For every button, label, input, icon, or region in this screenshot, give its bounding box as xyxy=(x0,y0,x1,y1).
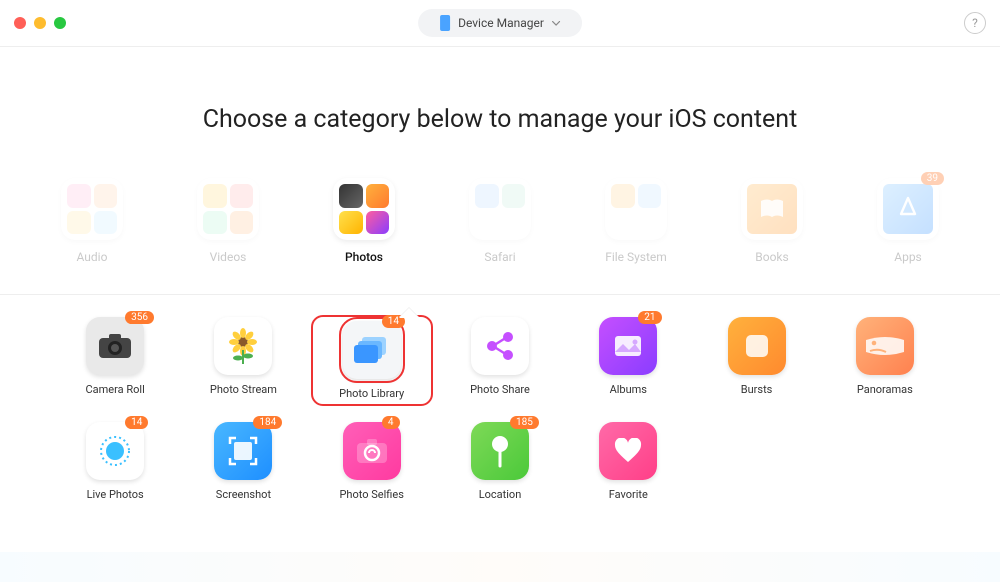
help-button[interactable]: ? xyxy=(964,12,986,34)
sub-item-label: Location xyxy=(479,488,522,501)
category-row: Audio Videos Photos Safari File System B… xyxy=(0,178,1000,264)
sub-item-label: Camera Roll xyxy=(86,383,145,396)
category-label: Safari xyxy=(484,250,515,264)
sub-item-photo-share[interactable]: Photo Share xyxy=(441,317,559,404)
camera-icon xyxy=(86,317,144,375)
category-audio[interactable]: Audio xyxy=(54,178,130,264)
count-badge: 356 xyxy=(125,311,154,324)
count-badge: 21 xyxy=(638,311,661,324)
sub-item-favorite[interactable]: Favorite xyxy=(569,422,687,501)
sub-item-label: Screenshot xyxy=(216,488,271,501)
category-apps[interactable]: 39 Apps xyxy=(870,178,946,264)
sub-item-live-photos[interactable]: 14 Live Photos xyxy=(56,422,174,501)
book-icon xyxy=(759,197,785,221)
sub-item-label: Live Photos xyxy=(87,488,144,501)
live-photo-icon xyxy=(86,422,144,480)
sub-item-label: Photo Library xyxy=(339,387,404,400)
category-label: Books xyxy=(755,250,788,264)
photo-stack-icon xyxy=(343,321,401,379)
sub-item-panoramas[interactable]: Panoramas xyxy=(826,317,944,404)
sub-item-label: Panoramas xyxy=(857,383,913,396)
close-window-button[interactable] xyxy=(14,17,26,29)
sub-item-albums[interactable]: 21 Albums xyxy=(569,317,687,404)
heart-icon xyxy=(599,422,657,480)
count-badge: 14 xyxy=(125,416,148,429)
sub-item-camera-roll[interactable]: 356 Camera Roll xyxy=(56,317,174,404)
minimize-window-button[interactable] xyxy=(34,17,46,29)
category-label: Audio xyxy=(77,250,108,264)
sub-item-label: Photo Share xyxy=(470,383,530,396)
device-selector[interactable]: Device Manager xyxy=(418,9,582,37)
category-label: Videos xyxy=(210,250,247,264)
panorama-icon xyxy=(856,317,914,375)
appstore-icon xyxy=(893,194,923,224)
location-pin-icon xyxy=(471,422,529,480)
category-badge: 39 xyxy=(921,172,944,185)
sub-item-label: Photo Stream xyxy=(210,383,277,396)
titlebar: Device Manager ? xyxy=(0,0,1000,46)
category-safari[interactable]: Safari xyxy=(462,178,538,264)
zoom-window-button[interactable] xyxy=(54,17,66,29)
sub-item-photo-library[interactable]: 14 Photo Library xyxy=(313,317,431,404)
subcategory-panel: 356 Camera Roll Photo Stream 14 Photo Li… xyxy=(0,294,1000,527)
device-selector-label: Device Manager xyxy=(458,16,544,30)
footer-wave xyxy=(0,552,1000,582)
window-controls xyxy=(14,17,66,29)
share-icon xyxy=(471,317,529,375)
chevron-down-icon xyxy=(552,21,560,26)
count-badge: 184 xyxy=(253,416,282,429)
category-file-system[interactable]: File System xyxy=(598,178,674,264)
phone-icon xyxy=(440,15,450,31)
sub-item-label: Albums xyxy=(610,383,647,396)
sub-item-screenshot[interactable]: 184 Screenshot xyxy=(184,422,302,501)
page-title: Choose a category below to manage your i… xyxy=(0,105,1000,134)
count-badge: 185 xyxy=(510,416,539,429)
selfie-camera-icon xyxy=(343,422,401,480)
sub-item-photo-stream[interactable]: Photo Stream xyxy=(184,317,302,404)
sub-item-label: Favorite xyxy=(609,488,648,501)
count-badge: 4 xyxy=(382,416,400,429)
category-label: File System xyxy=(605,250,667,264)
category-photos[interactable]: Photos xyxy=(326,178,402,264)
burst-icon xyxy=(728,317,786,375)
album-icon xyxy=(599,317,657,375)
sub-item-label: Photo Selfies xyxy=(339,488,403,501)
subcategory-grid: 356 Camera Roll Photo Stream 14 Photo Li… xyxy=(56,317,944,501)
selection-arrow xyxy=(399,308,419,318)
main-area: Choose a category below to manage your i… xyxy=(0,47,1000,294)
category-books[interactable]: Books xyxy=(734,178,810,264)
category-label: Apps xyxy=(894,250,922,264)
category-videos[interactable]: Videos xyxy=(190,178,266,264)
category-label: Photos xyxy=(345,250,383,264)
sub-item-label: Bursts xyxy=(741,383,773,396)
sunflower-icon xyxy=(214,317,272,375)
sub-item-location[interactable]: 185 Location xyxy=(441,422,559,501)
sub-item-photo-selfies[interactable]: 4 Photo Selfies xyxy=(313,422,431,501)
screenshot-icon xyxy=(214,422,272,480)
sub-item-bursts[interactable]: Bursts xyxy=(697,317,815,404)
